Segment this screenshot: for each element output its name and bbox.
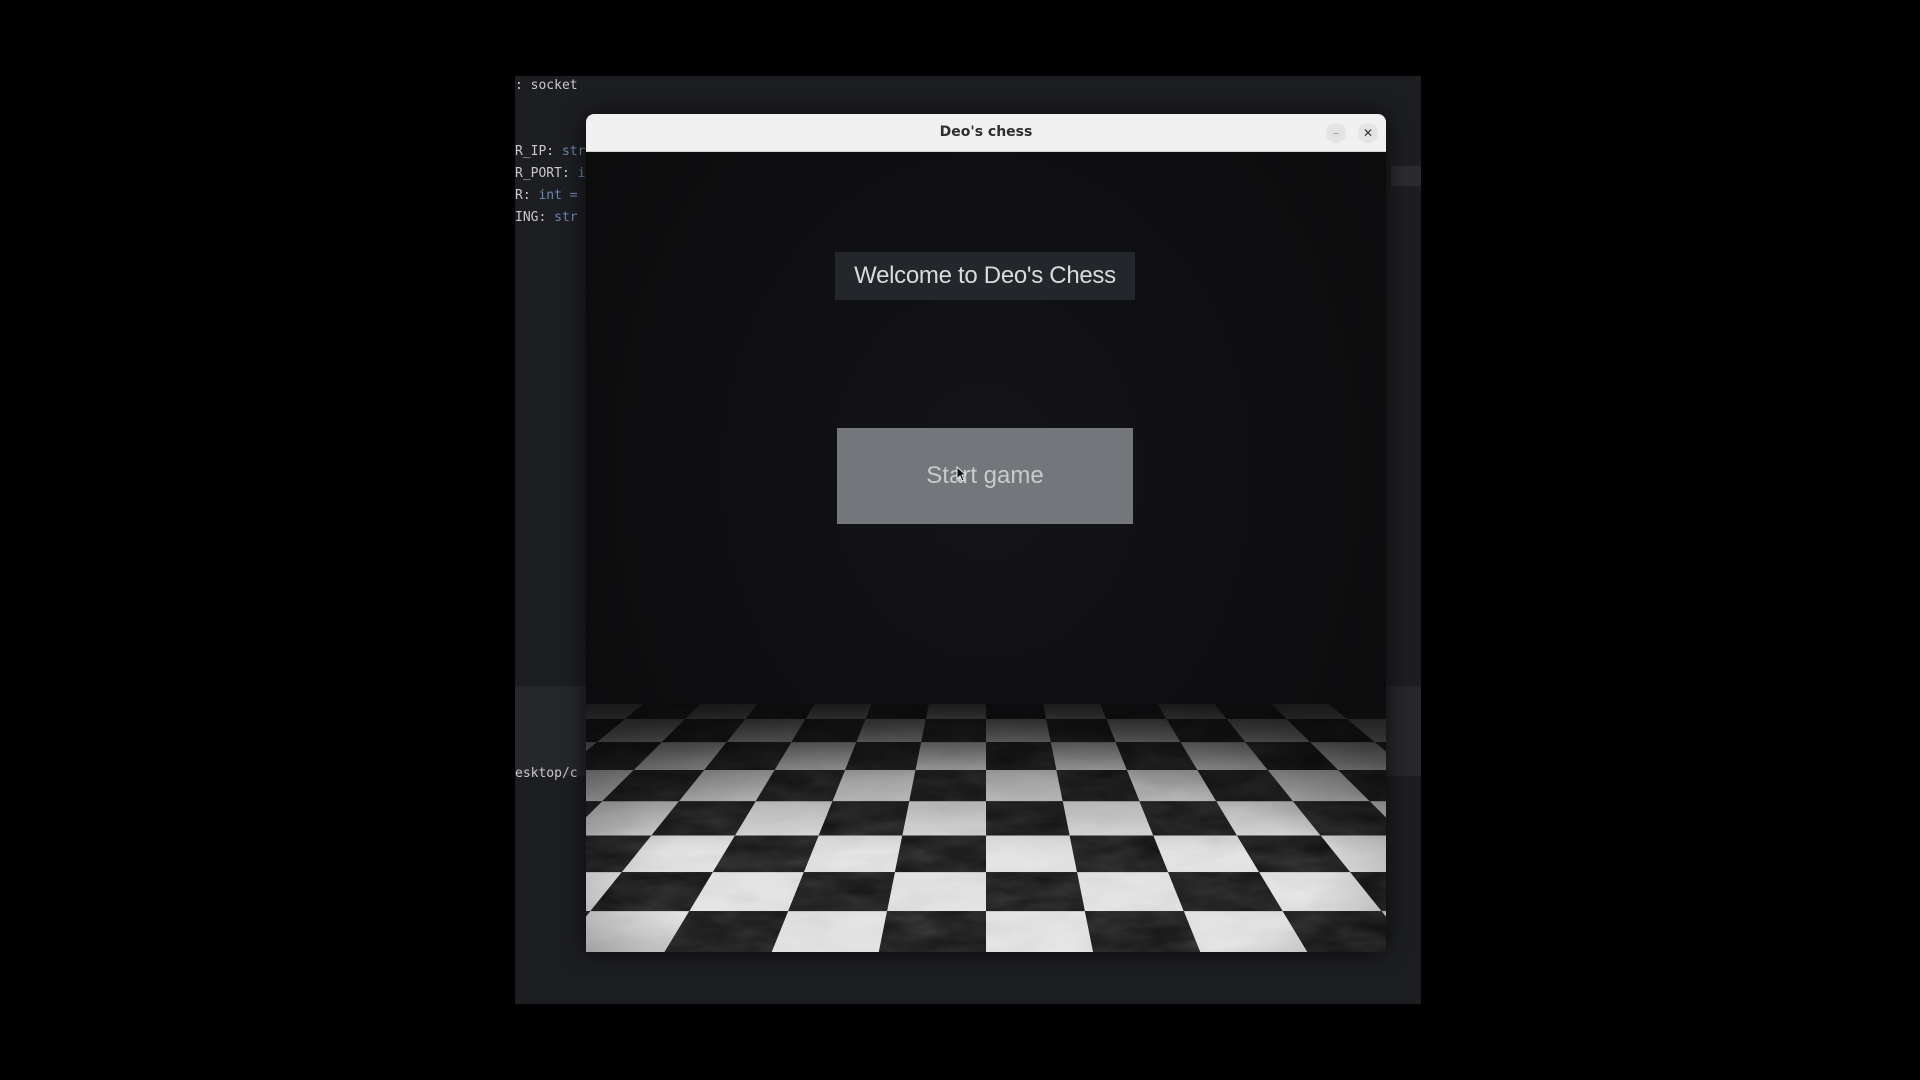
code-line: R_PORT: in [515,166,593,181]
chess-app-window: Deo's chess – ✕ Welcome to Deo's Chess S… [586,114,1386,952]
window-title: Deo's chess [939,124,1033,140]
desktop: : socket R_IP: str R_PORT: in R: int = I… [0,0,1920,1080]
code-line: ING: str [515,210,578,225]
close-icon: ✕ [1362,126,1374,140]
terminal-path-text: esktop/c [515,766,578,781]
minimize-button[interactable]: – [1326,123,1346,143]
close-button[interactable]: ✕ [1358,123,1378,143]
mouse-pointer-icon [956,466,966,482]
window-titlebar[interactable]: Deo's chess – ✕ [586,114,1386,152]
code-line: R: int = [515,188,578,203]
chessboard-floor [586,704,1386,952]
code-line: : socket [515,78,578,93]
start-game-button[interactable]: Start game [837,428,1133,524]
code-line: R_IP: str [515,144,586,159]
game-canvas: Welcome to Deo's Chess Start game [586,152,1386,952]
minimize-icon: – [1333,126,1339,140]
welcome-label: Welcome to Deo's Chess [835,252,1135,300]
editor-scrollbar[interactable] [1391,166,1421,186]
